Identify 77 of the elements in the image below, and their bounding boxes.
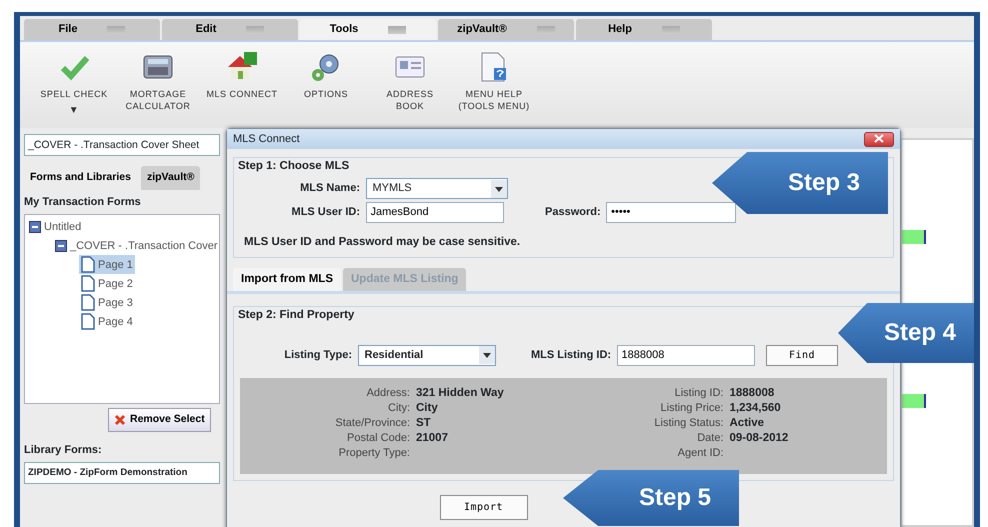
toolbar-button[interactable]: MENU HELP (TOOLS MENU): [454, 50, 534, 128]
page-icon: [81, 256, 95, 274]
panel-tab[interactable]: zipVault®: [140, 166, 200, 190]
tree-item[interactable]: Page 1: [79, 255, 135, 274]
toolbar-button[interactable]: ADDRESS BOOK: [370, 50, 450, 128]
grip-icon: [246, 26, 264, 34]
mls-name-dropdown[interactable]: MYMLS: [366, 178, 508, 199]
field-label: Date:: [696, 430, 724, 446]
menu-tab[interactable]: zipVault®: [438, 19, 574, 40]
field-value: 21007: [416, 430, 449, 446]
dialog-title: MLS Connect: [233, 132, 300, 147]
field-value: ST: [416, 416, 432, 430]
field-value: City: [416, 400, 439, 416]
field-label: Listing Price:: [660, 400, 724, 416]
tree-item[interactable]: _COVER - .Transaction Cover: [53, 236, 220, 256]
field-value: 1,234,560: [730, 400, 782, 416]
field-label: Postal Code:: [346, 430, 410, 446]
tree-item[interactable]: Page 2: [79, 274, 135, 294]
grip-icon: [107, 26, 126, 34]
callout: Step 3: [712, 152, 888, 214]
form-field-highlight: [902, 230, 926, 244]
form-field-highlight: [902, 394, 926, 408]
dialog-tab[interactable]: Import from MLS: [233, 268, 341, 292]
caret-icon: [490, 180, 506, 198]
listing-id-field[interactable]: 1888008: [616, 344, 755, 366]
toolbar-button[interactable]: SPELL CHECK ▼: [34, 50, 114, 128]
close-icon: [114, 414, 126, 426]
field-label: Property Type:: [338, 446, 410, 460]
user-id-field[interactable]: JamesBond: [366, 202, 504, 223]
note-text: MLS User ID and Password may be case sensitive.: [244, 234, 522, 250]
field-label: MLS Name:: [299, 181, 360, 196]
caret-icon: [478, 346, 494, 364]
library-dropdown[interactable]: ZIPDEMO - ZipForm Demonstration: [24, 462, 220, 484]
tree-item[interactable]: Page 4: [79, 312, 135, 332]
toolbar-button[interactable]: MORTGAGE CALCULATOR: [118, 50, 198, 128]
password-field[interactable]: •••••: [606, 202, 736, 223]
grip-icon: [388, 26, 406, 34]
callout: Step 5: [563, 470, 739, 526]
section-title: My Transaction Forms: [24, 194, 142, 210]
menu-tab[interactable]: Edit: [162, 19, 298, 40]
field-label: Listing ID:: [674, 386, 724, 400]
collapse-icon: [29, 220, 41, 233]
page-icon: [81, 313, 95, 330]
field-label: Listing Status:: [653, 416, 724, 430]
page-icon: [81, 275, 95, 292]
field-label: City:: [387, 400, 410, 416]
tree-item[interactable]: Untitled: [27, 217, 84, 236]
field-value: 09-08-2012: [730, 430, 790, 446]
field-label: Agent ID:: [676, 446, 724, 460]
menu-tab[interactable]: Help: [576, 19, 712, 40]
tree-item[interactable]: Page 3: [79, 293, 135, 312]
menu-tab[interactable]: File: [24, 19, 160, 40]
page-icon: [81, 294, 95, 312]
field-value: Active: [730, 416, 766, 430]
find-button[interactable]: Find: [766, 344, 838, 366]
remove-button[interactable]: Remove Select: [108, 408, 211, 432]
close-icon: [874, 134, 884, 143]
toolbar-button[interactable]: MLS CONNECT: [202, 50, 282, 128]
field-label: MLS Listing ID:: [531, 348, 612, 363]
field-value: 1888008: [730, 386, 776, 400]
grip-icon: [536, 26, 555, 34]
toolbar-button[interactable]: OPTIONS: [286, 50, 366, 128]
listing-type-dropdown[interactable]: Residential: [358, 344, 496, 366]
field-label: Password:: [545, 205, 601, 220]
field-label: Address:: [366, 386, 410, 400]
field-label: Listing Type:: [283, 348, 352, 363]
field-value: 321 Hidden Way: [416, 386, 505, 400]
menu-tab[interactable]: Tools: [300, 19, 436, 40]
field-label: Library Forms:: [24, 442, 103, 458]
dropdown-arrow[interactable]: ▼: [68, 104, 80, 118]
field-label: MLS User ID:: [290, 205, 360, 220]
field-label: State/Province:: [334, 416, 410, 430]
grip-icon: [662, 26, 680, 34]
document-dropdown[interactable]: _COVER - .Transaction Cover Sheet: [24, 134, 220, 156]
collapse-icon: [55, 240, 67, 252]
close-button[interactable]: [864, 132, 894, 146]
import-button[interactable]: Import: [440, 494, 528, 520]
